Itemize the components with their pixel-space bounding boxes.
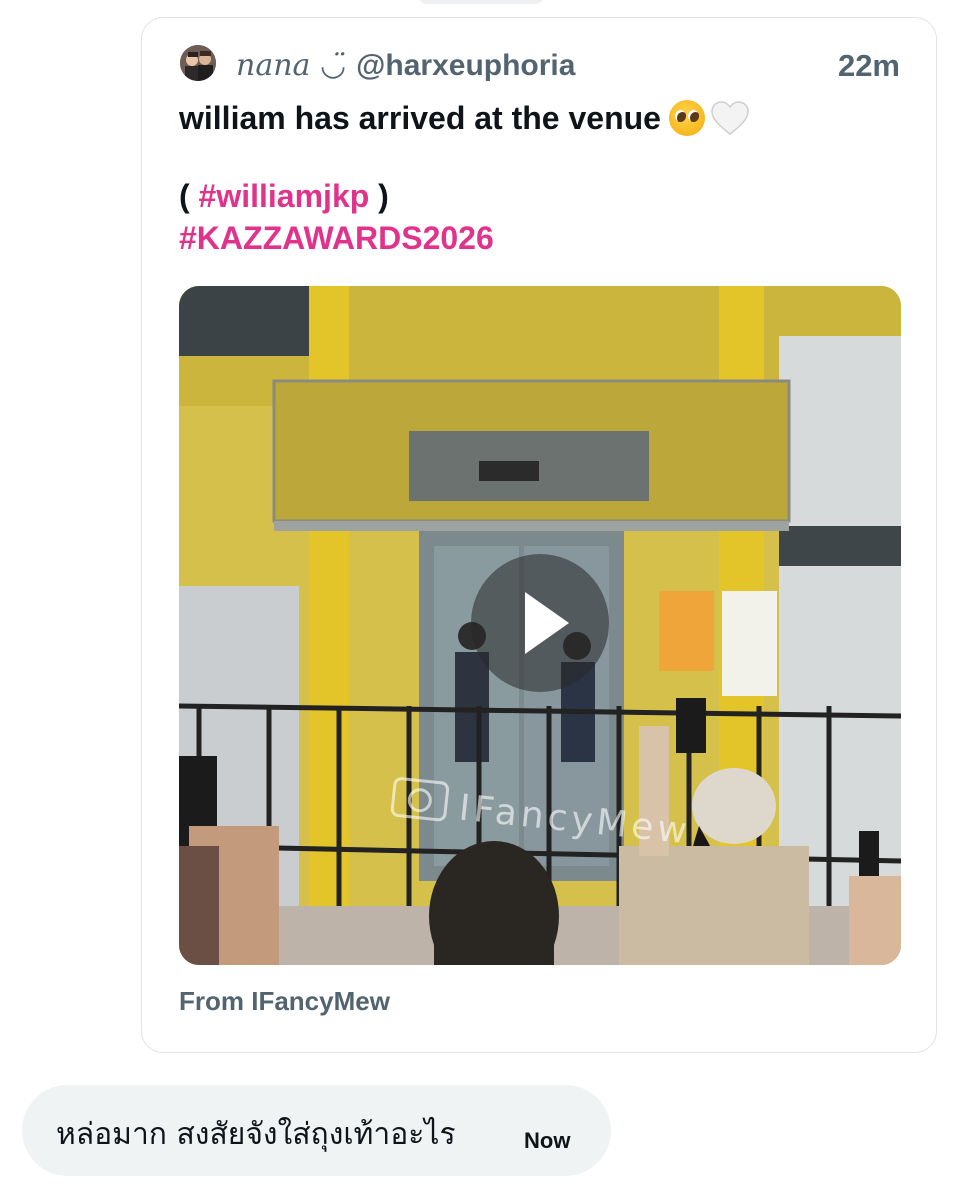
message-bubble[interactable]: หล่อมาก สงสัยจังใส่ถุงเท้าอะไร Now [22,1085,611,1176]
tweet-author[interactable]: nana ◡̈ @harxeuphoria [236,48,575,83]
author-display-name: nana ◡̈ [236,48,347,83]
dm-conversation: nana ◡̈ @harxeuphoria 22m william has arr… [0,0,961,1200]
tweet-body: william has arrived at the venue ( #will… [179,98,749,258]
paren-close: ) [369,178,389,214]
quoted-tweet-card[interactable]: nana ◡̈ @harxeuphoria 22m william has arr… [141,17,937,1053]
white-heart-emoji [711,101,749,135]
media-source-label[interactable]: From IFancyMew [179,986,390,1017]
hashtag-kazzawards[interactable]: #KAZZAWARDS2026 [179,220,494,256]
message-time: Now [524,1128,571,1153]
message-text: หล่อมาก สงสัยจังใส่ถุงเท้าอะไร [56,1117,456,1152]
camera-icon [389,776,450,823]
previous-message-edge [418,0,544,4]
hashtag-williamjkp[interactable]: #williamjkp [199,178,370,214]
avatar-image [180,45,216,81]
play-icon[interactable] [471,554,609,692]
avatar[interactable] [180,45,216,81]
tweet-text: william has arrived at the venue [179,100,661,136]
tweet-video[interactable]: IFancyMew [179,286,901,965]
pleading-face-emoji [668,100,705,136]
author-handle: @harxeuphoria [356,49,576,82]
tweet-timestamp: 22m [837,48,900,83]
paren-open: ( [179,178,199,214]
